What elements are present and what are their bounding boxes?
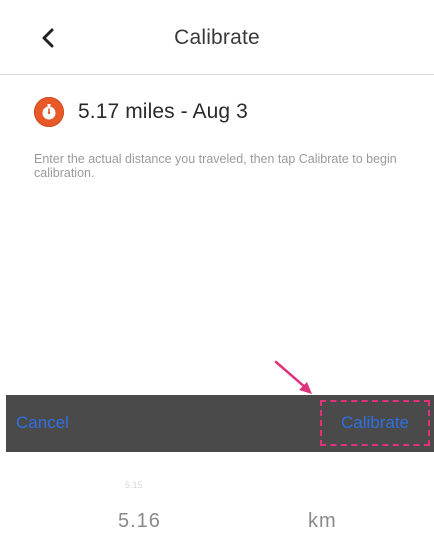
picker-toolbar: Cancel Calibrate (6, 395, 434, 452)
calibrate-button-label: Calibrate (340, 413, 410, 432)
header-bar: Calibrate (0, 0, 434, 75)
activity-title: 5.17 miles - Aug 3 (78, 100, 248, 123)
picker-faded-value: 5.15 (125, 480, 143, 490)
activity-summary: 5.17 miles - Aug 3 (34, 92, 248, 132)
page-title: Calibrate (174, 26, 260, 49)
calibrate-button[interactable]: Calibrate (320, 400, 430, 446)
cancel-button[interactable]: Cancel (16, 413, 69, 433)
calibrate-screen: Calibrate 5.17 miles - Aug 3 Enter the a… (0, 0, 434, 533)
distance-picker[interactable]: 5.15 5.16 km (0, 452, 434, 533)
picker-unit[interactable]: km (308, 510, 337, 533)
instructions-text: Enter the actual distance you traveled, … (34, 152, 397, 180)
picker-selected-value[interactable]: 5.16 (118, 510, 161, 533)
stopwatch-icon (34, 97, 64, 127)
